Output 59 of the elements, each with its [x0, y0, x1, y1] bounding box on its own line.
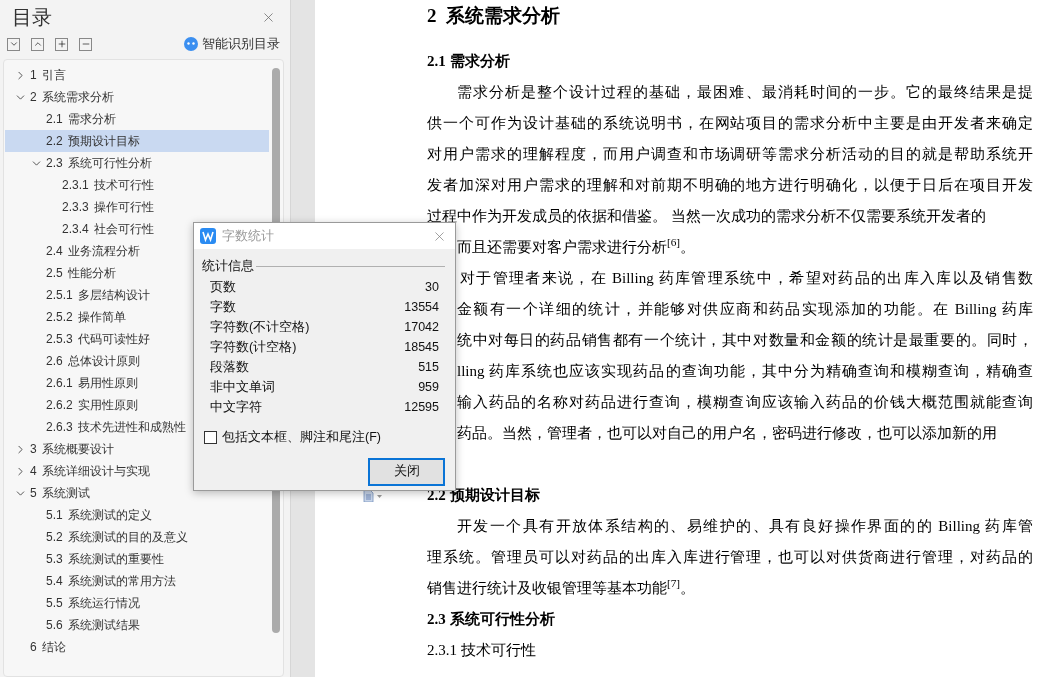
- app-logo-icon: [200, 228, 216, 244]
- stat-label: 页数: [210, 279, 236, 297]
- text-line: 发者加深对用户需求的理解和对前期不明确的地方进行明确化，以便于日后在项目开发: [427, 176, 1033, 195]
- text-line: 供一个可作为设计基础的系统说明书，在网站项目的需求分析中主要是由开发者来确定: [427, 114, 1033, 133]
- dialog-title: 字数统计: [222, 227, 274, 246]
- section-heading: 2.3 系统可行性分析: [427, 610, 556, 629]
- toc-item[interactable]: 6 结论: [5, 636, 269, 658]
- stat-label: 字符数(不计空格): [210, 319, 310, 337]
- stat-value: 18545: [404, 339, 439, 357]
- toc-item[interactable]: 1 引言: [5, 64, 269, 86]
- toc-item[interactable]: 5.1 系统测试的定义: [5, 504, 269, 526]
- stat-value: 30: [425, 279, 439, 297]
- stat-label: 字数: [210, 299, 236, 317]
- stat-value: 17042: [404, 319, 439, 337]
- text-line: 药品。当然，管理者，也可以对自己的用户名，密码进行修改，也可以添加新的用: [457, 424, 998, 443]
- toc-item[interactable]: 5.6 系统测试结果: [5, 614, 269, 636]
- toc-item[interactable]: 2.3 系统可行性分析: [5, 152, 269, 174]
- stat-label: 段落数: [210, 359, 249, 377]
- text-line: lling 药库系统也应该实现药品的查询功能，其中分为精确查询和模糊查询，精确查: [457, 362, 1033, 381]
- text-line: 输入药品的名称对药品进行查询，模糊查询应该输入药品的价钱大概范围就能查询: [457, 393, 1033, 412]
- text-line: 理系统。管理员可以对药品的出库入库进行管理，也可以对供货商进行管理，对药品的: [427, 548, 1033, 567]
- toc-item[interactable]: 5.5 系统运行情况: [5, 592, 269, 614]
- stat-value: 959: [418, 379, 439, 397]
- text-line: 需求分析是整个设计过程的基础，最困难、最消耗时间的一步。它的最终结果是提: [456, 83, 1033, 102]
- bot-icon: [184, 37, 198, 51]
- text-line: 过程中作为开发成员的依据和借鉴。 当然一次成功的需求分析不仅需要系统开发者的: [427, 207, 987, 226]
- toc-item[interactable]: 5.4 系统测试的常用方法: [5, 570, 269, 592]
- text-line: 开发一个具有开放体系结构的、易维护的、具有良好操作界面的的 Billing 药库管: [456, 517, 1033, 536]
- text-line: 对用户需求的理解程度，而用户调查和市场调研等需求分析活动的目的就是帮助系统开: [427, 145, 1033, 164]
- stat-label: 字符数(计空格): [210, 339, 297, 357]
- toc-item[interactable]: 2.2 预期设计目标: [5, 130, 269, 152]
- text-line: 而且还需要对客户需求进行分析$^{[6]}$。: [457, 235, 697, 257]
- toc-item[interactable]: 5.3 系统测试的重要性: [5, 548, 269, 570]
- stat-value: 12595: [404, 399, 439, 417]
- toc-item[interactable]: 4 系统详细设计与实现: [5, 460, 269, 482]
- paste-options-icon[interactable]: [363, 490, 383, 502]
- smart-toc-button[interactable]: 智能识别目录: [184, 34, 280, 54]
- text-line: 金额有一个详细的统计，并能够对供应商和药品实现添加的功能。在 Billing 药库: [457, 300, 1033, 319]
- checkbox[interactable]: [204, 430, 217, 444]
- chapter-heading: 2 系统需求分析: [427, 4, 561, 28]
- group-label: 统计信息: [202, 258, 254, 275]
- panel-title: 目录: [12, 5, 52, 30]
- toc-item[interactable]: 5 系统测试: [5, 482, 269, 504]
- text-line: 统中对每日的药品销售都有一个统计，其中对数量和金额的统计是最重要的。同时，: [457, 331, 1033, 350]
- stat-value: 13554: [404, 299, 439, 317]
- stat-label: 非中文单词: [210, 379, 275, 397]
- toc-item[interactable]: 5.2 系统测试的目的及意义: [5, 526, 269, 548]
- section-heading: 2.1 需求分析: [427, 52, 511, 71]
- toc-item[interactable]: 2 系统需求分析: [5, 86, 269, 108]
- toc-item[interactable]: 2.3.3 操作可行性: [5, 196, 269, 218]
- close-button[interactable]: 关闭: [368, 457, 445, 486]
- toc-item[interactable]: 2.1 需求分析: [5, 108, 269, 130]
- text-line: 销售进行统计及收银管理等基本功能$^{[7]}$。: [427, 576, 697, 598]
- toc-item[interactable]: 2.3.1 技术可行性: [5, 174, 269, 196]
- stat-value: 515: [418, 359, 439, 377]
- include-checkbox[interactable]: 包括文本框、脚注和尾注(F): [204, 427, 455, 447]
- stat-label: 中文字符: [210, 399, 262, 417]
- text-line: 对于管理者来说，在 Billing 药库管理系统中，希望对药品的出库入库以及销售数: [459, 269, 1033, 288]
- subsection-heading: 2.3.1 技术可行性: [427, 641, 537, 660]
